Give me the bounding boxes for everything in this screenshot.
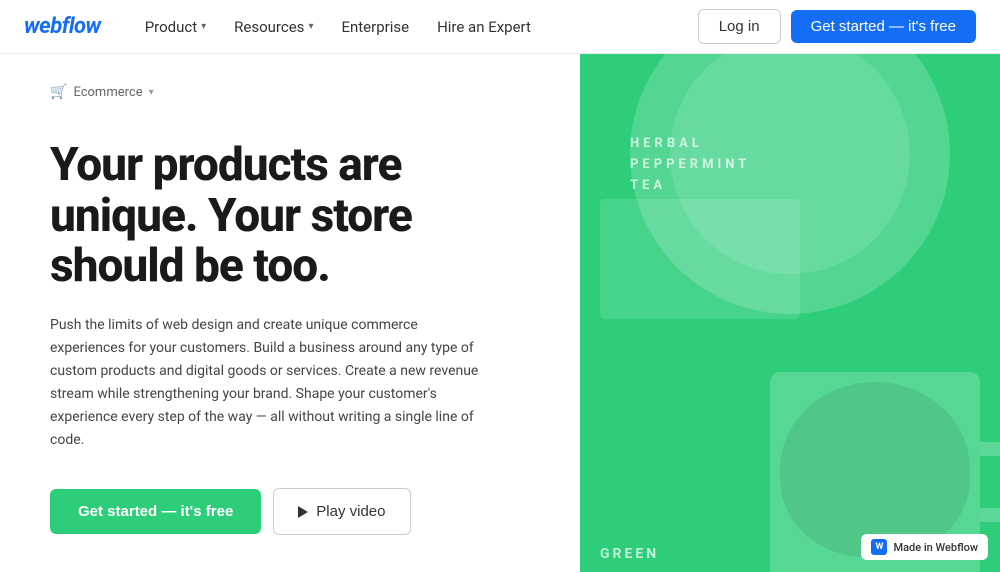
login-button[interactable]: Log in bbox=[698, 9, 781, 44]
cta-row: Get started — it's free Play video bbox=[50, 488, 530, 535]
play-icon bbox=[298, 506, 308, 518]
breadcrumb-chevron-icon: ▾ bbox=[149, 87, 154, 98]
navbar: webflow Product ▾ Resources ▾ Enterprise… bbox=[0, 0, 1000, 54]
nav-enterprise[interactable]: Enterprise bbox=[329, 12, 421, 42]
webflow-badge-icon: W bbox=[871, 539, 887, 555]
cart-icon: 🛒 bbox=[50, 84, 67, 100]
chevron-down-icon: ▾ bbox=[308, 21, 313, 32]
cup-handle bbox=[980, 442, 1000, 522]
bottom-label: GREEN bbox=[600, 546, 659, 562]
hero-title: Your products are unique. Your store sho… bbox=[50, 140, 530, 292]
made-in-webflow-label: Made in Webflow bbox=[893, 541, 978, 554]
logo[interactable]: webflow bbox=[24, 14, 101, 39]
made-in-webflow-badge[interactable]: W Made in Webflow bbox=[861, 534, 988, 560]
breadcrumb[interactable]: 🛒 Ecommerce ▾ bbox=[50, 84, 530, 100]
left-panel: 🛒 Ecommerce ▾ Your products are unique. … bbox=[0, 54, 580, 572]
main-content: 🛒 Ecommerce ▾ Your products are unique. … bbox=[0, 54, 1000, 572]
get-started-hero-button[interactable]: Get started — it's free bbox=[50, 489, 261, 534]
tea-label: HERBAL PEPPERMINT TEA bbox=[630, 134, 750, 196]
play-video-button[interactable]: Play video bbox=[273, 488, 410, 535]
nav-product[interactable]: Product ▾ bbox=[133, 12, 218, 42]
breadcrumb-label: Ecommerce bbox=[73, 85, 142, 100]
hero-description: Push the limits of web design and create… bbox=[50, 314, 480, 453]
nav-resources[interactable]: Resources ▾ bbox=[222, 12, 325, 42]
get-started-nav-button[interactable]: Get started — it's free bbox=[791, 10, 976, 43]
nav-hire-expert[interactable]: Hire an Expert bbox=[425, 12, 543, 42]
nav-links: Product ▾ Resources ▾ Enterprise Hire an… bbox=[133, 12, 698, 42]
decorative-card bbox=[600, 199, 800, 319]
nav-actions: Log in Get started — it's free bbox=[698, 9, 976, 44]
hero-illustration: HERBAL PEPPERMINT TEA GREEN W Made in We… bbox=[580, 54, 1000, 572]
chevron-down-icon: ▾ bbox=[201, 21, 206, 32]
cup-liquid bbox=[780, 382, 970, 557]
